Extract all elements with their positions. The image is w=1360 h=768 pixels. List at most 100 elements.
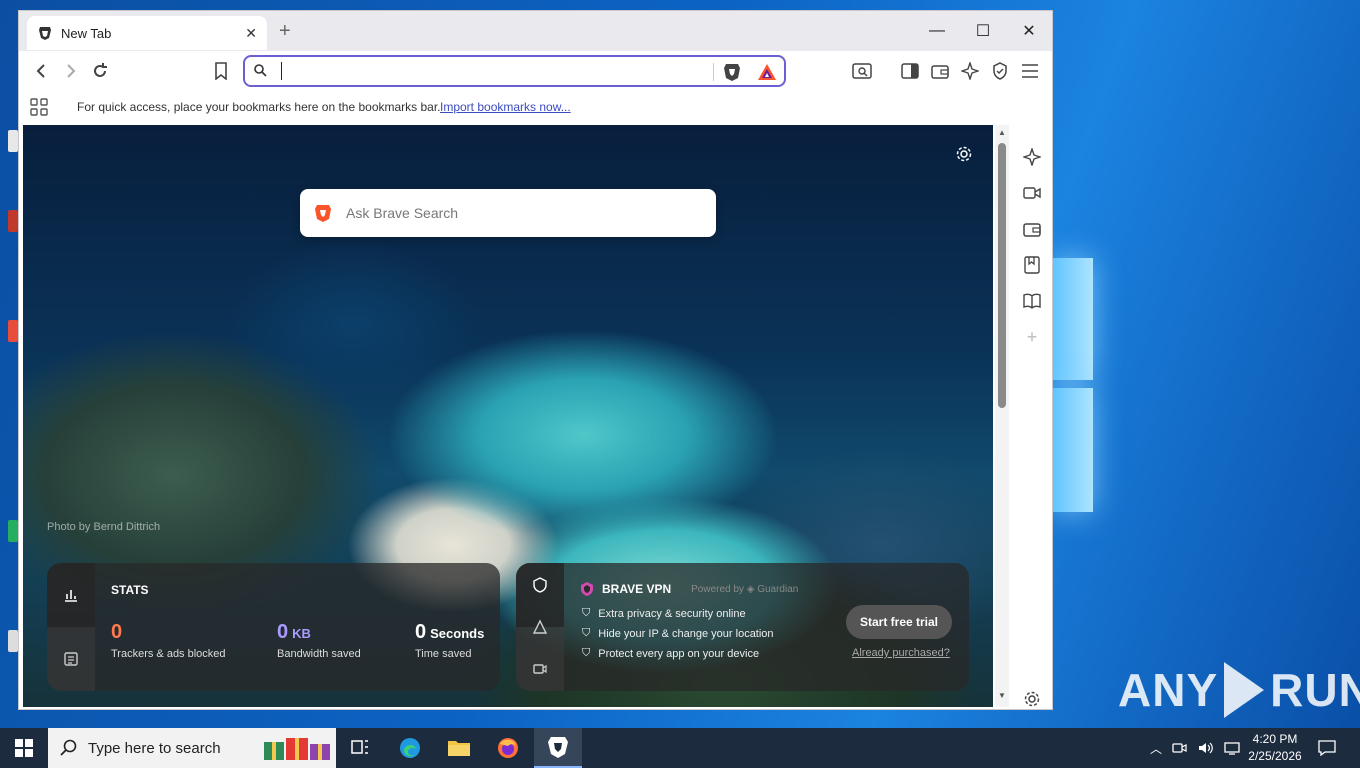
gift-boxes-icon xyxy=(264,738,330,760)
vpn-powered-by: Powered by ◈ Guardian xyxy=(691,583,799,595)
scroll-thumb[interactable] xyxy=(998,143,1006,408)
time-saved-stat: 0 Seconds Time saved xyxy=(415,621,485,660)
scroll-down-arrow[interactable]: ▼ xyxy=(998,691,1006,700)
search-icon xyxy=(254,64,267,77)
clock[interactable]: 4:20 PM 2/25/2026 xyxy=(1240,731,1310,765)
widget-rail xyxy=(516,563,564,691)
sidebar-wallet-icon[interactable] xyxy=(1022,219,1042,239)
vpn-widget: BRAVE VPN Powered by ◈ Guardian ⛉ Extra p… xyxy=(516,563,969,691)
volume-icon[interactable] xyxy=(1198,741,1214,755)
sidebar-settings-icon[interactable] xyxy=(1022,689,1042,709)
bookmark-icon[interactable] xyxy=(208,59,234,83)
network-icon[interactable] xyxy=(1224,741,1240,755)
edge-icon[interactable] xyxy=(386,728,434,768)
sidebar-talk-icon[interactable] xyxy=(1022,183,1042,203)
bookmarks-bar-message: For quick access, place your bookmarks h… xyxy=(77,100,441,114)
start-button[interactable] xyxy=(0,728,48,768)
import-bookmarks-link[interactable]: Import bookmarks now... xyxy=(440,100,571,114)
search-placeholder: Ask Brave Search xyxy=(346,205,459,221)
page-scrollbar[interactable]: ▲ ▼ xyxy=(995,125,1009,707)
vpn-logo-icon xyxy=(581,582,593,596)
new-tab-page: Ask Brave Search Photo by Bernd Dittrich… xyxy=(23,125,993,707)
tab-new-tab[interactable]: New Tab ✕ xyxy=(27,16,267,50)
check-shield-icon: ⛉ xyxy=(582,647,591,659)
address-input[interactable] xyxy=(281,61,701,81)
vpn-shield-icon[interactable] xyxy=(532,577,548,593)
sidebar-reading-list-icon[interactable] xyxy=(1022,291,1042,311)
text-cursor xyxy=(281,62,282,80)
photo-credit[interactable]: Photo by Bernd Dittrich xyxy=(47,521,160,533)
clock-date: 2/25/2026 xyxy=(1248,749,1302,763)
stats-heading: STATS xyxy=(111,583,149,597)
already-purchased-link[interactable]: Already purchased? xyxy=(852,647,950,659)
stats-widget: STATS 0 Trackers & ads blocked 0 KB Bandw… xyxy=(47,563,500,691)
widget-rail xyxy=(47,563,95,691)
back-icon[interactable] xyxy=(29,59,55,83)
tab-title: New Tab xyxy=(61,25,112,41)
firefox-icon[interactable] xyxy=(484,728,532,768)
sidebar-toggle-icon[interactable] xyxy=(897,59,923,83)
brave-rewards-icon[interactable] xyxy=(757,63,777,81)
trackers-stat: 0 Trackers & ads blocked xyxy=(111,621,226,660)
browser-window: New Tab ✕ + — ☐ ✕ For quick access, plac… xyxy=(18,10,1053,710)
vpn-feature: ⛉ Protect every app on your device xyxy=(582,647,760,660)
vpn-title-row: BRAVE VPN Powered by ◈ Guardian xyxy=(580,581,798,597)
file-explorer-icon[interactable] xyxy=(435,728,483,768)
tab-close-icon[interactable]: ✕ xyxy=(245,25,257,42)
search-icon xyxy=(60,739,77,756)
notifications-icon[interactable] xyxy=(1318,728,1336,768)
sidebar-leo-icon[interactable] xyxy=(1022,147,1042,167)
video-call-icon[interactable] xyxy=(532,661,548,677)
brave-shields-icon[interactable] xyxy=(723,62,741,82)
show-hidden-icons-chevron-icon[interactable]: ︿ xyxy=(1150,740,1162,757)
customize-gear-icon[interactable] xyxy=(955,145,973,163)
minimize-button[interactable]: — xyxy=(914,11,960,51)
page-search-icon[interactable] xyxy=(849,59,875,83)
system-tray: ︿ xyxy=(1150,728,1240,768)
start-free-trial-button[interactable]: Start free trial xyxy=(846,605,952,639)
vpn-feature: ⛉ Extra privacy & security online xyxy=(582,607,746,620)
sidebar-add-icon[interactable]: + xyxy=(1022,327,1042,347)
scroll-up-arrow[interactable]: ▲ xyxy=(998,128,1006,137)
divider xyxy=(713,63,714,81)
meet-now-icon[interactable] xyxy=(1172,741,1188,755)
windows-icon xyxy=(15,739,33,757)
taskbar-search-text: Type here to search xyxy=(88,739,221,757)
vpn-shield-icon[interactable] xyxy=(987,59,1013,83)
apps-grid-icon[interactable] xyxy=(29,97,49,117)
maximize-button[interactable]: ☐ xyxy=(960,11,1006,51)
anyrun-watermark: ANY RUN xyxy=(1118,662,1360,718)
taskbar-search-box[interactable]: Type here to search xyxy=(48,728,336,768)
leo-ai-icon[interactable] xyxy=(957,59,983,83)
tab-strip: New Tab ✕ + — ☐ ✕ xyxy=(19,11,1052,51)
address-bar[interactable] xyxy=(243,55,786,87)
sidebar: + xyxy=(1013,125,1051,707)
vpn-title: BRAVE VPN xyxy=(602,582,672,596)
bar-chart-icon[interactable] xyxy=(63,587,79,603)
taskbar: Type here to search ︿ 4:20 PM 2/25/2026 xyxy=(0,728,1360,768)
brave-lion-icon xyxy=(315,205,331,222)
bookmarks-bar: For quick access, place your bookmarks h… xyxy=(19,93,1052,123)
clock-time: 4:20 PM xyxy=(1252,732,1298,746)
vpn-feature: ⛉ Hide your IP & change your location xyxy=(582,627,774,640)
guardian-shield-icon: ◈ xyxy=(746,583,755,595)
desktop-icons-strip[interactable] xyxy=(0,50,18,710)
wallet-icon[interactable] xyxy=(927,59,953,83)
check-shield-icon: ⛉ xyxy=(582,627,591,639)
new-tab-button[interactable]: + xyxy=(279,21,291,41)
sidebar-bookmarks-icon[interactable] xyxy=(1022,255,1042,275)
toolbar xyxy=(19,51,1052,91)
close-button[interactable]: ✕ xyxy=(1006,11,1052,51)
rewards-triangle-icon[interactable] xyxy=(532,619,548,635)
news-icon[interactable] xyxy=(63,651,79,667)
brave-lion-icon xyxy=(39,27,51,40)
brave-taskbar-icon[interactable] xyxy=(534,728,582,768)
check-shield-icon: ⛉ xyxy=(582,607,591,619)
task-view-icon[interactable] xyxy=(336,728,384,768)
menu-icon[interactable] xyxy=(1017,59,1043,83)
reload-icon[interactable] xyxy=(87,59,113,83)
brave-search-box[interactable]: Ask Brave Search xyxy=(300,189,716,237)
forward-icon[interactable] xyxy=(57,59,83,83)
windows-logo-graphic xyxy=(1053,258,1093,512)
bandwidth-stat: 0 KB Bandwidth saved xyxy=(277,621,361,660)
